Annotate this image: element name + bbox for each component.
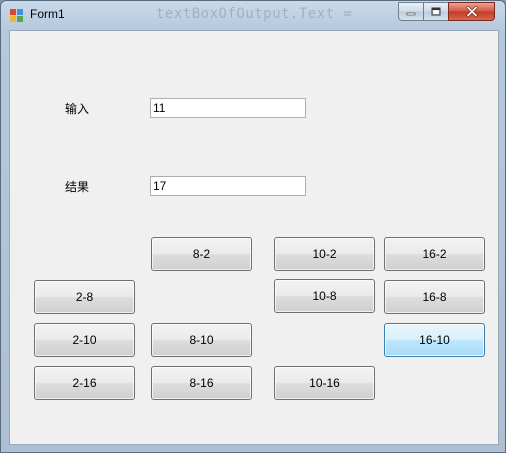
result-label: 结果 (65, 180, 90, 194)
convert-8-to-16-button[interactable]: 8-16 (151, 366, 252, 400)
convert-10-to-8-button[interactable]: 10-8 (274, 279, 375, 313)
convert-2-to-8-button[interactable]: 2-8 (34, 280, 135, 314)
form-client-area: 输入 11 结果 17 8-2 10-2 16-2 2-8 10-8 16-8 … (9, 30, 499, 445)
convert-16-to-2-button[interactable]: 16-2 (384, 237, 485, 271)
window-title: Form1 (30, 7, 65, 21)
minimize-icon (406, 12, 416, 15)
convert-16-to-8-button[interactable]: 16-8 (384, 280, 485, 314)
close-icon (466, 6, 477, 17)
app-icon (10, 9, 23, 22)
input-textbox[interactable]: 11 (150, 98, 306, 118)
close-button[interactable] (448, 2, 495, 21)
maximize-icon (431, 7, 441, 16)
convert-10-to-16-button[interactable]: 10-16 (274, 366, 375, 400)
convert-10-to-2-button[interactable]: 10-2 (274, 237, 375, 271)
convert-2-to-16-button[interactable]: 2-16 (34, 366, 135, 400)
maximize-button[interactable] (423, 2, 449, 21)
app-window: textBoxOfOutput.Text = Form1 输入 11 结果 17… (0, 0, 506, 453)
convert-16-to-10-button[interactable]: 16-10 (384, 323, 485, 357)
title-bar[interactable]: textBoxOfOutput.Text = Form1 (1, 1, 505, 29)
input-label: 输入 (65, 102, 90, 116)
minimize-button[interactable] (398, 2, 424, 21)
background-code-text: textBoxOfOutput.Text = (156, 6, 353, 22)
convert-2-to-10-button[interactable]: 2-10 (34, 323, 135, 357)
result-textbox[interactable]: 17 (150, 176, 306, 196)
convert-8-to-10-button[interactable]: 8-10 (151, 323, 252, 357)
convert-8-to-2-button[interactable]: 8-2 (151, 237, 252, 271)
